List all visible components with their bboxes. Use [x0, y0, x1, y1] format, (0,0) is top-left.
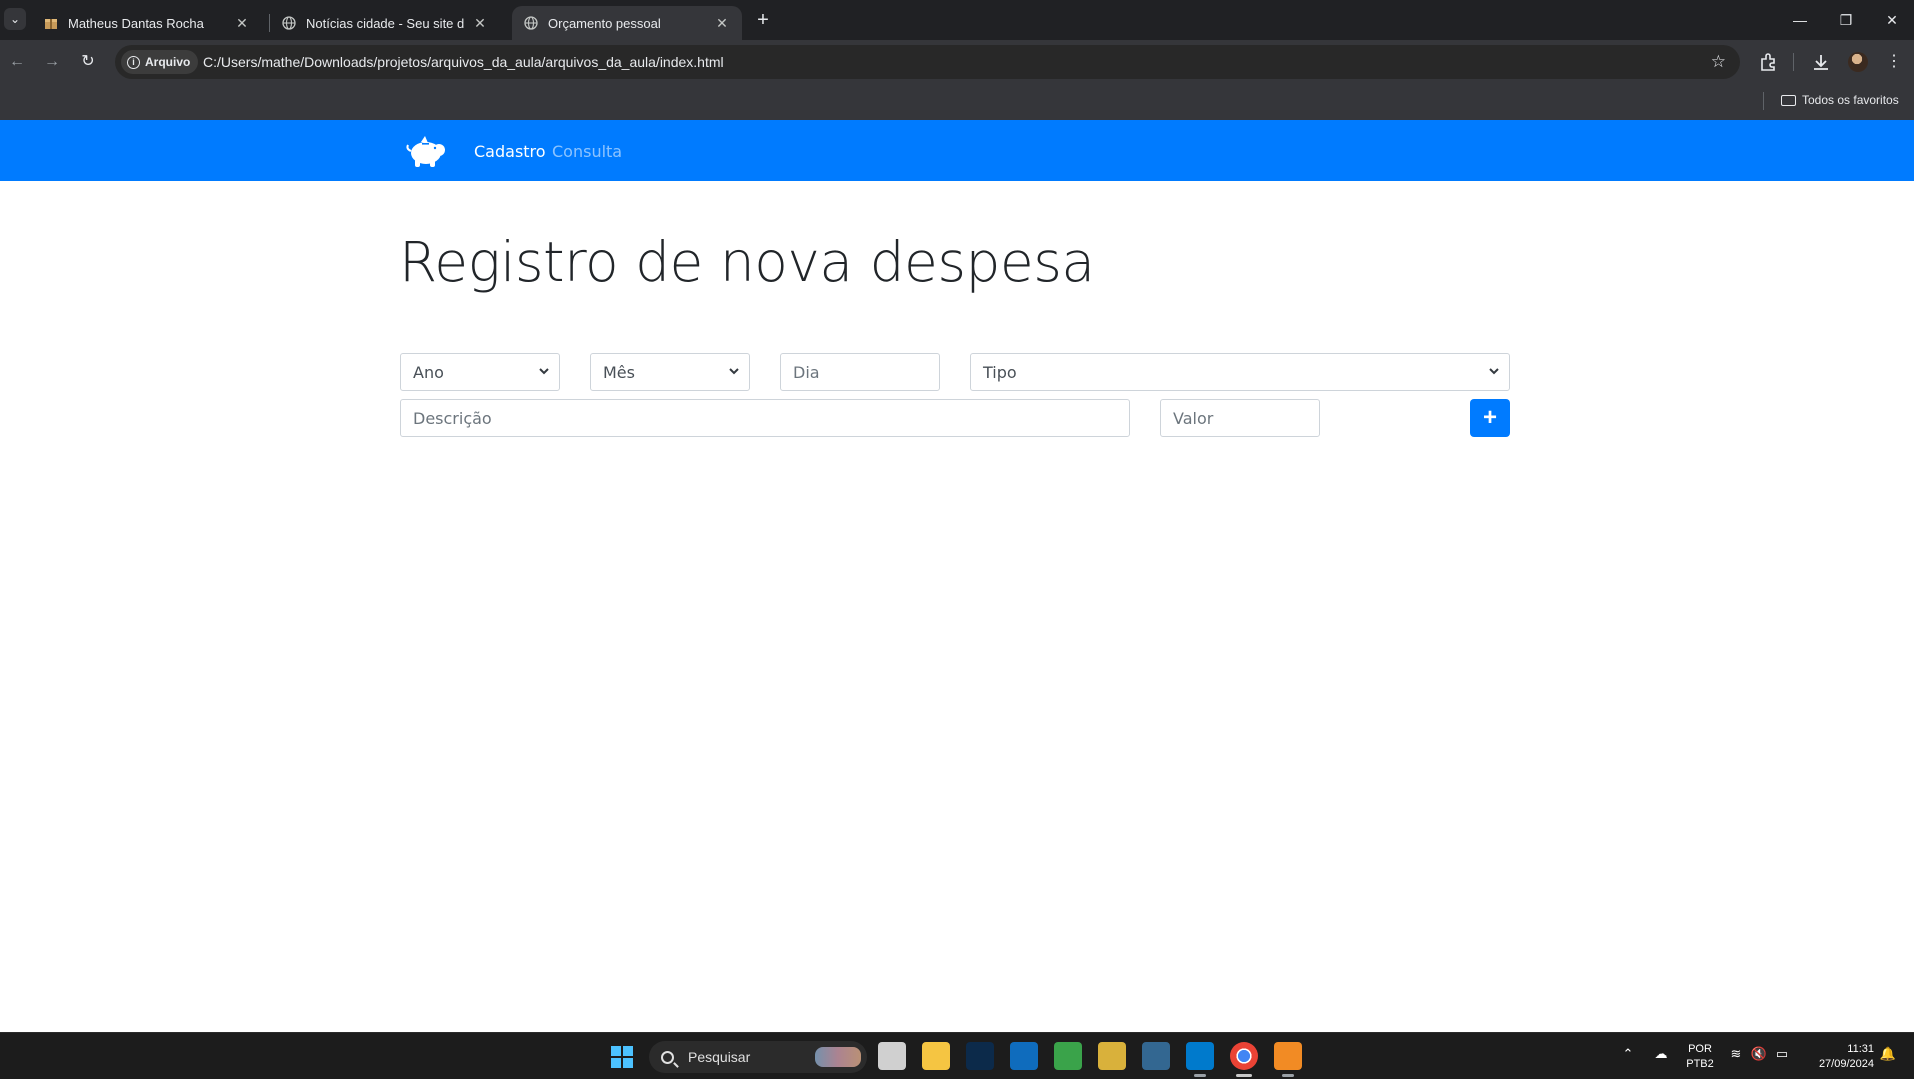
nav-consulta[interactable]: Consulta — [552, 142, 622, 161]
restore-button[interactable]: ❐ — [1832, 8, 1860, 32]
taskbar: Pesquisar ⌃ ☁ POR PTB2 ≋ 🔇 ▭ 11:31 27/09… — [0, 1032, 1914, 1079]
security-chip-label: Arquivo — [145, 55, 191, 69]
address-bar[interactable]: i Arquivo C:/Users/mathe/Downloads/proje… — [115, 45, 1740, 79]
running-indicator — [1194, 1074, 1206, 1077]
ano-select[interactable]: Ano — [400, 353, 560, 391]
bookmarks-divider — [1763, 92, 1764, 110]
menu-dots-icon[interactable]: ⋮ — [1883, 51, 1905, 73]
nav-cadastro[interactable]: Cadastro — [474, 142, 546, 161]
toolbar-divider — [1793, 53, 1794, 71]
tab-title: Notícias cidade - Seu site de no — [306, 15, 464, 31]
speaker-muted-icon[interactable]: 🔇 — [1750, 1046, 1768, 1062]
tab-search-button[interactable]: ⌄ — [4, 8, 26, 30]
vscode-icon[interactable] — [1186, 1042, 1214, 1070]
taskbar-search-placeholder: Pesquisar — [688, 1049, 751, 1065]
download-icon[interactable] — [1810, 51, 1832, 73]
descricao-input-placeholder: Descrição — [413, 408, 492, 428]
browser-toolbar: ← → ↻ i Arquivo C:/Users/mathe/Downloads… — [0, 40, 1914, 84]
tools-app-icon[interactable] — [1098, 1042, 1126, 1070]
minimize-button[interactable]: — — [1786, 8, 1814, 32]
page-title: Registro de nova despesa — [399, 230, 1095, 294]
tab-noticias[interactable]: Notícias cidade - Seu site de no ✕ — [270, 6, 500, 40]
ano-select-value: Ano — [413, 362, 444, 382]
chevron-up-icon[interactable]: ⌃ — [1619, 1046, 1637, 1062]
editor-app-icon[interactable] — [1054, 1042, 1082, 1070]
close-icon[interactable]: ✕ — [714, 15, 730, 31]
mes-select-value: Mês — [603, 362, 635, 382]
bookmark-folder-all[interactable]: Todos os favoritos — [1781, 93, 1899, 107]
clock-date: 27/09/2024 — [1818, 1058, 1874, 1070]
tipo-select-value: Tipo — [983, 362, 1017, 382]
valor-input[interactable]: Valor — [1160, 399, 1320, 437]
file-explorer-icon[interactable] — [922, 1042, 950, 1070]
mes-select[interactable]: Mês — [590, 353, 750, 391]
piggy-bank-icon[interactable] — [404, 133, 448, 169]
reload-icon[interactable]: ↻ — [77, 51, 99, 73]
tab-strip: ⌄ Matheus Dantas Rocha ✕ Notícias cidade… — [0, 0, 1914, 40]
bookmarks-bar: Todos os favoritos — [0, 84, 1914, 120]
notification-bell-icon[interactable]: 🔔 — [1879, 1046, 1897, 1062]
page-viewport: Cadastro Consulta Registro de nova despe… — [0, 120, 1914, 1032]
close-icon[interactable]: ✕ — [234, 15, 250, 31]
globe-icon — [524, 16, 538, 30]
globe-icon — [282, 16, 296, 30]
postgresql-icon[interactable] — [1142, 1042, 1170, 1070]
clock[interactable]: 11:31 27/09/2024 — [1800, 1042, 1874, 1072]
profile-avatar[interactable] — [1848, 52, 1868, 72]
plus-icon: + — [1482, 404, 1497, 431]
dia-input-placeholder: Dia — [793, 362, 820, 382]
running-indicator — [1282, 1074, 1294, 1077]
onedrive-cloud-icon[interactable]: ☁ — [1652, 1046, 1670, 1062]
chevron-down-icon — [1489, 368, 1499, 375]
search-icon — [661, 1050, 674, 1064]
outlook-icon[interactable] — [1010, 1042, 1038, 1070]
clock-time: 11:31 — [1847, 1043, 1874, 1055]
active-indicator — [1236, 1074, 1252, 1077]
terminal-app-icon[interactable] — [966, 1042, 994, 1070]
search-highlight-image — [815, 1047, 861, 1067]
language-code: POR — [1688, 1043, 1712, 1055]
chevron-down-icon — [729, 368, 739, 375]
close-icon[interactable]: ✕ — [472, 15, 488, 31]
task-view-icon[interactable] — [878, 1042, 906, 1070]
new-tab-button[interactable]: + — [752, 10, 774, 32]
url-text[interactable]: C:/Users/mathe/Downloads/projetos/arquiv… — [203, 54, 724, 70]
extensions-icon[interactable] — [1757, 51, 1779, 73]
package-icon — [45, 19, 57, 29]
dia-input[interactable]: Dia — [780, 353, 940, 391]
security-chip[interactable]: i Arquivo — [121, 50, 199, 74]
chrome-icon[interactable] — [1230, 1042, 1258, 1070]
forward-icon[interactable]: → — [41, 51, 63, 73]
chevron-down-icon — [539, 368, 549, 375]
battery-icon[interactable]: ▭ — [1773, 1046, 1791, 1062]
add-expense-button[interactable]: + — [1470, 399, 1510, 437]
tab-matheus[interactable]: Matheus Dantas Rocha ✕ — [32, 6, 262, 40]
valor-input-placeholder: Valor — [1173, 408, 1214, 428]
info-icon: i — [127, 55, 140, 69]
descricao-input[interactable]: Descrição — [400, 399, 1130, 437]
taskbar-search[interactable]: Pesquisar — [649, 1041, 867, 1073]
bookmark-folder-label: Todos os favoritos — [1802, 93, 1899, 107]
tab-orcamento[interactable]: Orçamento pessoal ✕ — [512, 6, 742, 40]
tipo-select[interactable]: Tipo — [970, 353, 1510, 391]
keyboard-layout: PTB2 — [1686, 1058, 1714, 1070]
site-navbar: Cadastro Consulta — [0, 120, 1914, 181]
windows-start-icon[interactable] — [611, 1046, 633, 1068]
tab-title: Matheus Dantas Rocha — [68, 15, 204, 31]
tab-title: Orçamento pessoal — [548, 15, 661, 31]
sublime-text-icon[interactable] — [1274, 1042, 1302, 1070]
close-window-button[interactable]: ✕ — [1878, 8, 1906, 32]
input-language[interactable]: POR PTB2 — [1682, 1042, 1718, 1072]
wifi-icon[interactable]: ≋ — [1727, 1046, 1745, 1062]
star-icon[interactable]: ☆ — [1711, 52, 1726, 72]
folder-icon — [1781, 94, 1796, 106]
back-icon[interactable]: ← — [6, 51, 28, 73]
